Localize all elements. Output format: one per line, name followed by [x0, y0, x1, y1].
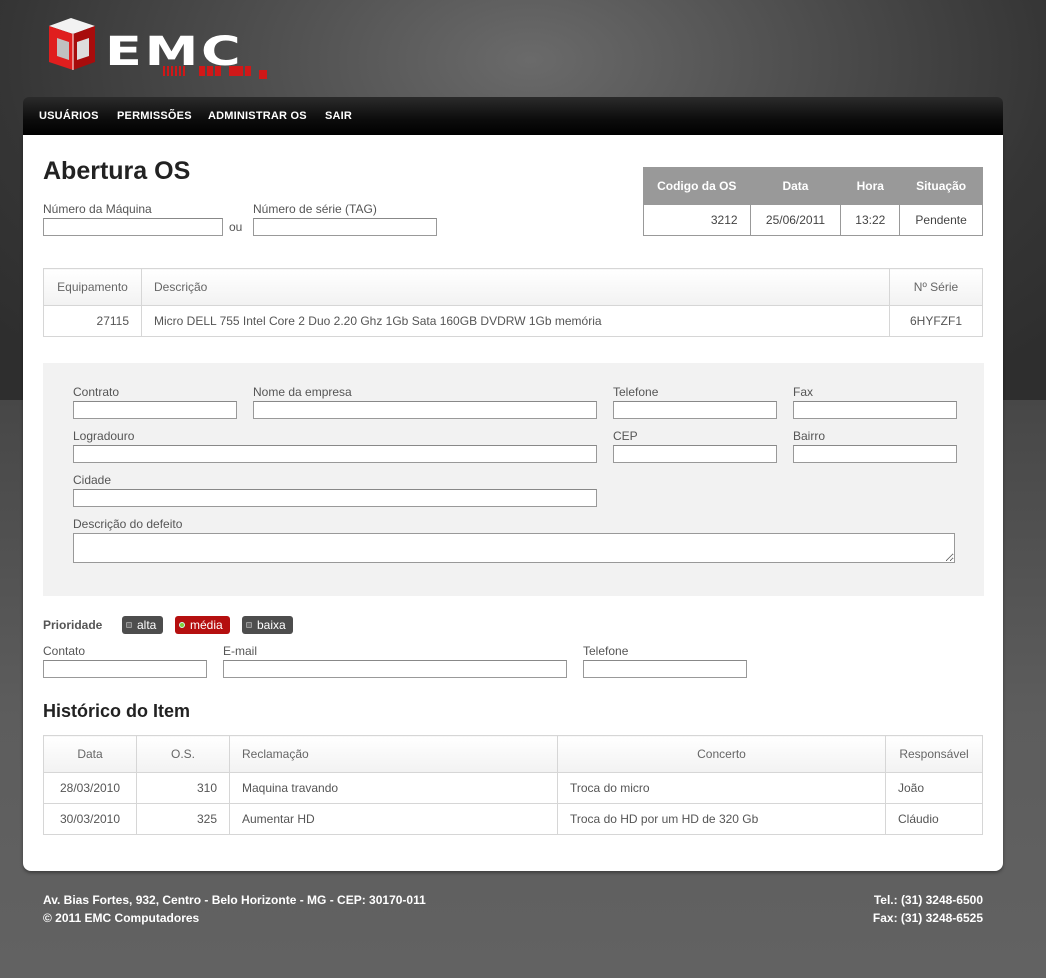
nav-permissoes[interactable]: PERMISSÕES: [117, 110, 192, 122]
contato-telefone-label: Telefone: [583, 644, 629, 658]
equip-header-equipamento: Equipamento: [43, 268, 142, 306]
telefone-label: Telefone: [613, 385, 659, 399]
os-codigo: 3212: [643, 204, 751, 236]
numero-maquina-input[interactable]: [43, 218, 223, 236]
emc-logo[interactable]: EMC: [43, 16, 283, 82]
hist-header-reclamacao: Reclamação: [229, 735, 558, 773]
contrato-label: Contrato: [73, 385, 120, 399]
numero-serie-label: Número de série (TAG): [253, 202, 377, 216]
page-title: Abertura OS: [43, 157, 191, 185]
table-row[interactable]: 28/03/2010 310 Maquina travando Troca do…: [43, 772, 983, 804]
radio-selected-icon: [179, 622, 185, 628]
numero-maquina-label: Número da Máquina: [43, 202, 152, 216]
telefone-input[interactable]: [613, 401, 777, 419]
bairro-input[interactable]: [793, 445, 957, 463]
historico-title: Histórico do Item: [43, 701, 191, 721]
cidade-input[interactable]: [73, 489, 597, 507]
email-label: E-mail: [223, 644, 258, 658]
footer-right: Tel.: (31) 3248-6500 Fax: (31) 3248-6525: [873, 891, 983, 927]
cube-logo-icon: [49, 18, 95, 70]
prioridade-baixa-label: baixa: [257, 618, 286, 632]
fax-label: Fax: [793, 385, 814, 399]
defeito-label: Descrição do defeito: [73, 517, 183, 531]
os-situacao: Pendente: [899, 204, 983, 236]
history-table: Data O.S. Reclamação Concerto Responsáve…: [43, 735, 983, 835]
hist-cell-concerto: Troca do micro: [557, 772, 886, 804]
prioridade-alta-label: alta: [137, 618, 157, 632]
hist-header-data: Data: [43, 735, 137, 773]
table-row[interactable]: 30/03/2010 325 Aumentar HD Troca do HD p…: [43, 803, 983, 835]
footer-copyright: © 2011 EMC Computadores: [43, 911, 200, 925]
empresa-input[interactable]: [253, 401, 597, 419]
radio-icon: [246, 622, 252, 628]
hist-header-concerto: Concerto: [557, 735, 886, 773]
hist-cell-reclamacao: Maquina travando: [229, 772, 558, 804]
hist-cell-data: 30/03/2010: [43, 803, 137, 835]
radio-icon: [126, 622, 132, 628]
contato-input[interactable]: [43, 660, 207, 678]
footer-tel: Tel.: (31) 3248-6500: [873, 893, 983, 907]
equip-serie: 6HYFZF1: [889, 305, 983, 337]
os-data: 25/06/2011: [749, 204, 841, 236]
footer-left: Av. Bias Fortes, 932, Centro - Belo Hori…: [43, 891, 426, 927]
cidade-label: Cidade: [73, 473, 112, 487]
equip-descricao: Micro DELL 755 Intel Core 2 Duo 2.20 Ghz…: [141, 305, 890, 337]
os-header-data: Data: [749, 167, 841, 205]
logo-bars-decoration: [163, 66, 267, 79]
hist-header-responsavel: Responsável: [885, 735, 983, 773]
hist-cell-reclamacao: Aumentar HD: [229, 803, 558, 835]
numero-serie-input[interactable]: [253, 218, 437, 236]
prioridade-media-button[interactable]: média: [175, 616, 230, 634]
main-panel: Abertura OS Número da Máquina ou Número …: [23, 135, 1003, 871]
nav-usuarios[interactable]: USUÁRIOS: [39, 110, 99, 122]
logradouro-input[interactable]: [73, 445, 597, 463]
hist-cell-os: 310: [136, 772, 230, 804]
contato-label: Contato: [43, 644, 86, 658]
os-header-hora: Hora: [840, 167, 900, 205]
equip-equipamento: 27115: [43, 305, 142, 337]
contato-telefone-input[interactable]: [583, 660, 747, 678]
cep-input[interactable]: [613, 445, 777, 463]
defeito-textarea[interactable]: [73, 533, 955, 563]
footer-fax: Fax: (31) 3248-6525: [872, 911, 983, 925]
hist-cell-os: 325: [136, 803, 230, 835]
equip-header-serie: Nº Série: [889, 268, 983, 306]
email-input[interactable]: [223, 660, 567, 678]
footer-address: Av. Bias Fortes, 932, Centro - Belo Hori…: [43, 893, 426, 907]
equipment-table: Equipamento Descrição Nº Série 27115 Mic…: [43, 268, 983, 337]
hist-cell-responsavel: João: [885, 772, 983, 804]
os-header-situacao: Situação: [899, 167, 983, 205]
os-hora: 13:22: [840, 204, 900, 236]
os-info-table: Codigo da OS Data Hora Situação 3212 25/…: [643, 167, 983, 236]
table-row[interactable]: 27115 Micro DELL 755 Intel Core 2 Duo 2.…: [43, 305, 983, 337]
contrato-input[interactable]: [73, 401, 237, 419]
hist-cell-responsavel: Cláudio: [885, 803, 983, 835]
hist-cell-data: 28/03/2010: [43, 772, 137, 804]
cep-label: CEP: [613, 429, 638, 443]
empresa-label: Nome da empresa: [253, 385, 352, 399]
logradouro-label: Logradouro: [73, 429, 135, 443]
nav-sair[interactable]: SAIR: [325, 110, 352, 122]
equip-header-descricao: Descrição: [141, 268, 890, 306]
nav-administrar-os[interactable]: ADMINISTRAR OS: [208, 110, 307, 122]
prioridade-baixa-button[interactable]: baixa: [242, 616, 293, 634]
prioridade-media-label: média: [190, 618, 223, 632]
os-header-codigo: Codigo da OS: [643, 167, 751, 205]
prioridade-label: Prioridade: [43, 618, 103, 632]
hist-cell-concerto: Troca do HD por um HD de 320 Gb: [557, 803, 886, 835]
main-nav: USUÁRIOS PERMISSÕES ADMINISTRAR OS SAIR: [23, 97, 1003, 135]
prioridade-alta-button[interactable]: alta: [122, 616, 164, 634]
client-form: Contrato Nome da empresa Telefone Fax Lo…: [43, 363, 984, 596]
hist-header-os: O.S.: [136, 735, 230, 773]
fax-input[interactable]: [793, 401, 957, 419]
ou-text: ou: [229, 220, 243, 234]
bairro-label: Bairro: [793, 429, 826, 443]
